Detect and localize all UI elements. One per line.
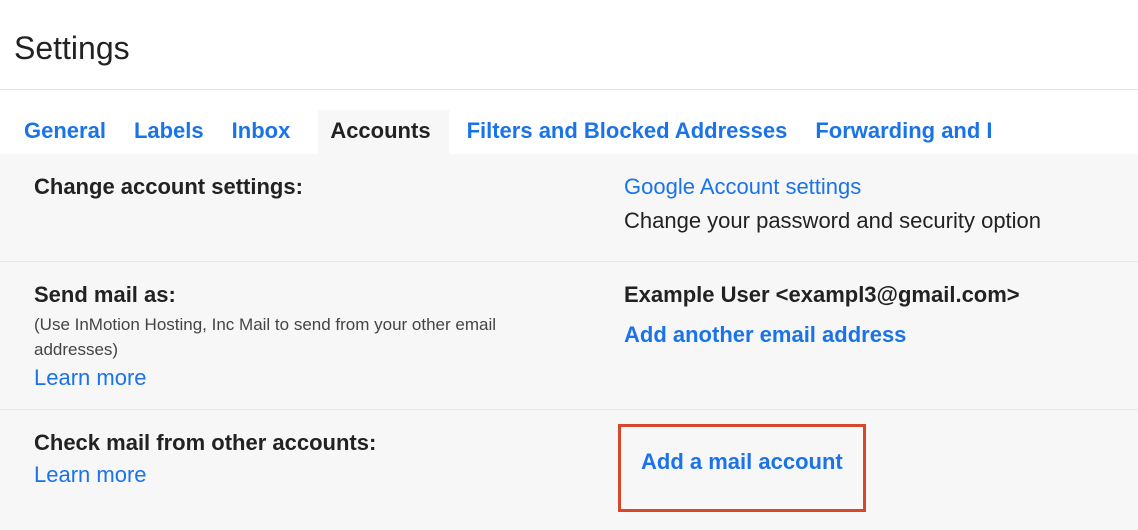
send-as-user: Example User <exampl3@gmail.com> bbox=[624, 282, 1138, 308]
section-send-mail-as: Send mail as: (Use InMotion Hosting, Inc… bbox=[0, 262, 1138, 410]
tab-forwarding[interactable]: Forwarding and I bbox=[815, 110, 1010, 154]
section-check-mail: Check mail from other accounts: Learn mo… bbox=[0, 410, 1138, 530]
section-change-account: Change account settings: Google Account … bbox=[0, 154, 1138, 262]
change-account-desc: Change your password and security option bbox=[624, 206, 1138, 237]
send-mail-learn-more-link[interactable]: Learn more bbox=[34, 365, 147, 391]
tab-general[interactable]: General bbox=[24, 110, 124, 154]
tab-accounts[interactable]: Accounts bbox=[318, 110, 448, 154]
tab-inbox[interactable]: Inbox bbox=[232, 110, 309, 154]
add-another-email-link[interactable]: Add another email address bbox=[624, 322, 1138, 348]
tabs-bar: General Labels Inbox Accounts Filters an… bbox=[0, 90, 1138, 154]
check-mail-learn-more-link[interactable]: Learn more bbox=[34, 462, 147, 488]
change-account-heading: Change account settings: bbox=[34, 174, 624, 200]
page-title: Settings bbox=[0, 0, 1138, 89]
add-mail-account-link[interactable]: Add a mail account bbox=[641, 449, 843, 475]
google-account-settings-link[interactable]: Google Account settings bbox=[624, 174, 1138, 200]
tab-filters[interactable]: Filters and Blocked Addresses bbox=[467, 110, 806, 154]
send-mail-as-heading: Send mail as: bbox=[34, 282, 624, 308]
add-mail-account-highlight: Add a mail account bbox=[618, 424, 866, 512]
check-mail-heading: Check mail from other accounts: bbox=[34, 430, 624, 456]
settings-content: Change account settings: Google Account … bbox=[0, 154, 1138, 530]
send-mail-as-subtext: (Use InMotion Hosting, Inc Mail to send … bbox=[34, 312, 554, 363]
tab-labels[interactable]: Labels bbox=[134, 110, 222, 154]
